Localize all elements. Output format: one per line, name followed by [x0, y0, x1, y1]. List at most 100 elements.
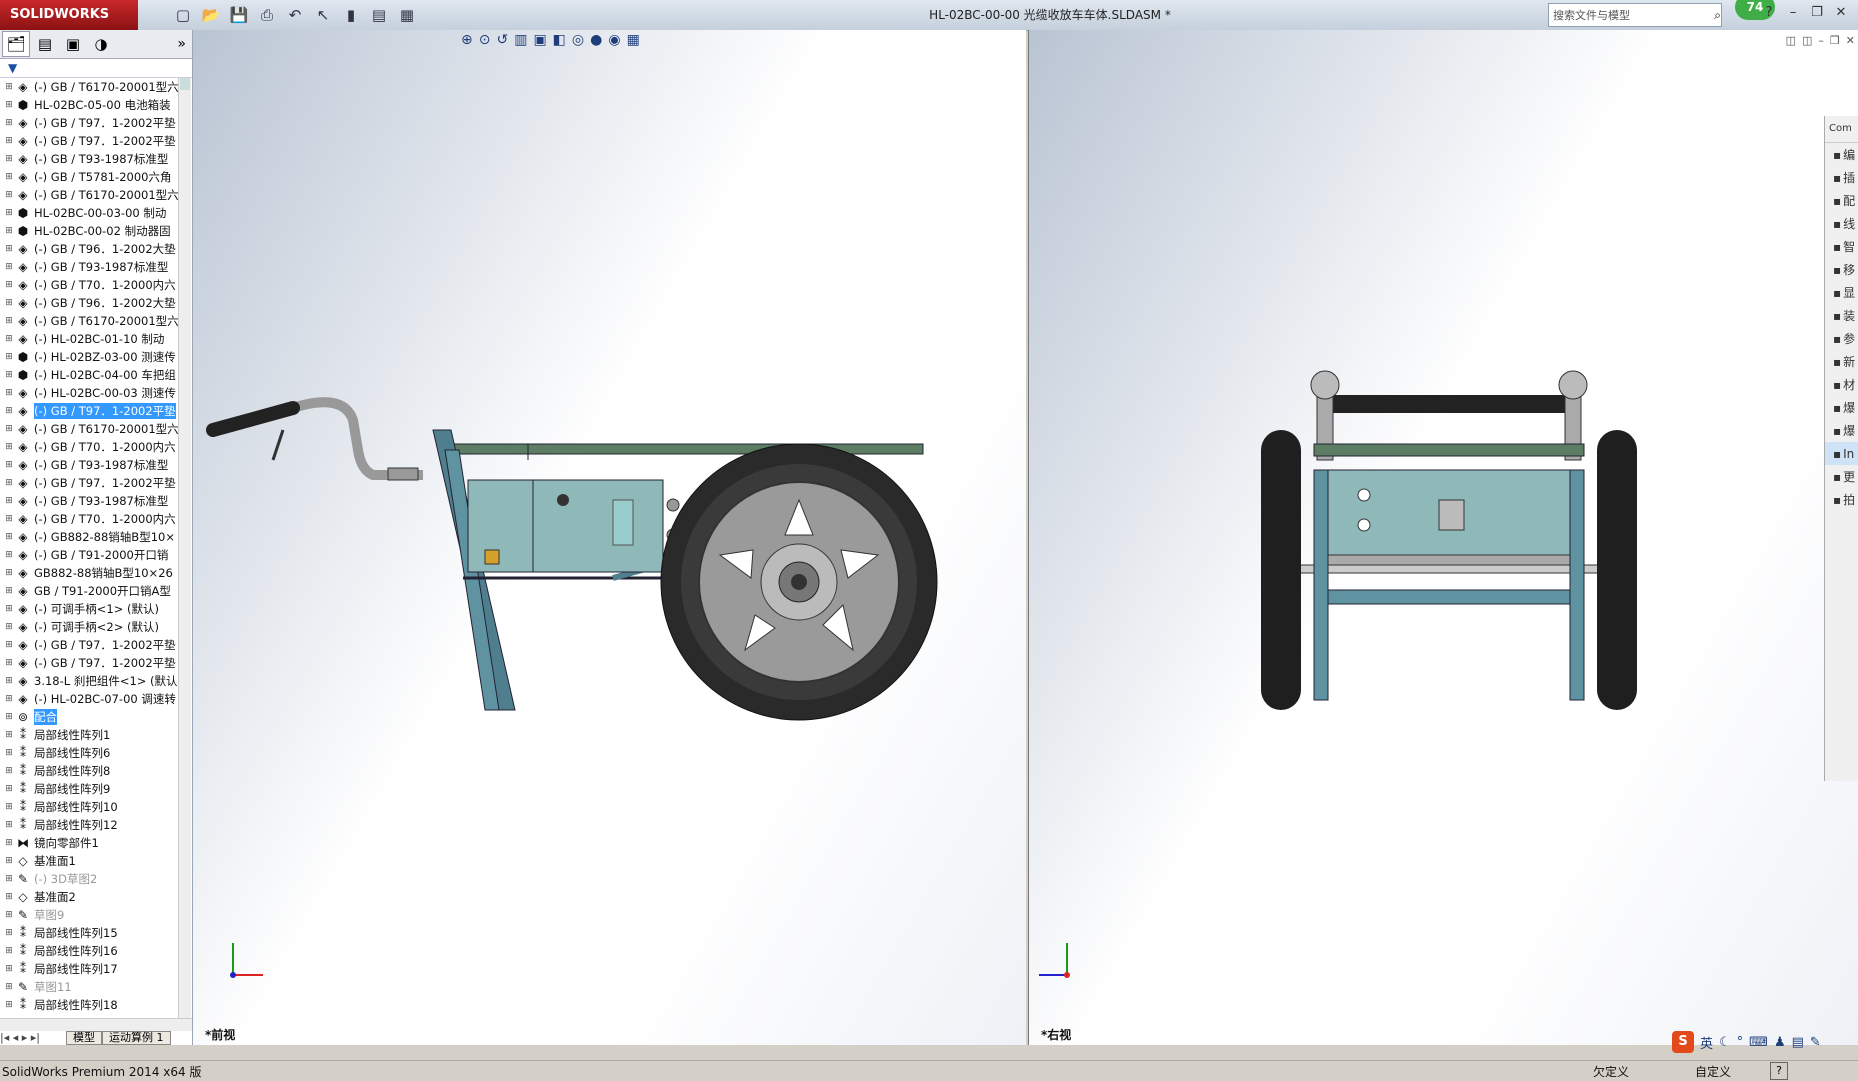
search-box[interactable]: 搜索文件与模型 ⌕ — [1548, 3, 1722, 27]
feature-tree-tab-icon[interactable]: 🗂 — [2, 31, 30, 57]
tree-item[interactable]: ⊞ ⁑ 局部线性阵列10 — [0, 798, 178, 816]
task-pane-item[interactable]: ▪ 配 — [1825, 189, 1858, 212]
scene-icon[interactable]: ◉ — [608, 32, 620, 48]
tree-item[interactable]: ⊞ ◈ (-) GB / T96．1-2002大垫 — [0, 294, 178, 312]
task-pane-item[interactable]: ▪ 新 — [1825, 350, 1858, 373]
save-icon[interactable]: 💾 — [226, 4, 252, 26]
tree-item[interactable]: ⊞ ✎ 草图11 — [0, 978, 178, 996]
task-pane-item[interactable]: ▪ 爆 — [1825, 396, 1858, 419]
horizontal-scrollbar[interactable] — [0, 1018, 192, 1031]
tree-item[interactable]: ⊞ ◈ (-) HL-02BC-07-00 调速转 — [0, 690, 178, 708]
tree-item[interactable]: ⊞ ◈ (-) GB / T6170-20001型六 — [0, 312, 178, 330]
ime-logo-icon[interactable]: S — [1672, 1031, 1694, 1053]
task-pane-item[interactable]: ▪ 装 — [1825, 304, 1858, 327]
expand-icon[interactable]: ⊞ — [4, 964, 14, 974]
tree-item[interactable]: ⊞ ✎ 草图9 — [0, 906, 178, 924]
tree-item[interactable]: ⊞ ◈ (-) GB / T97．1-2002平垫 — [0, 132, 178, 150]
ime-user-icon[interactable]: ♟ — [1774, 1035, 1786, 1050]
expand-icon[interactable]: ⊞ — [4, 370, 14, 380]
expand-icon[interactable]: ⊞ — [4, 568, 14, 578]
expand-icon[interactable]: ⊞ — [4, 622, 14, 632]
expand-icon[interactable]: ⊞ — [4, 1000, 14, 1010]
search-icon[interactable]: ⌕ — [1714, 8, 1721, 23]
expand-icon[interactable]: ⊞ — [4, 442, 14, 452]
tab-motion-study[interactable]: 运动算例 1 — [102, 1031, 171, 1045]
expand-icon[interactable]: ⊞ — [4, 190, 14, 200]
tree-item[interactable]: ⊞ ◈ GB882-88销轴B型10×26 — [0, 564, 178, 582]
tree-item[interactable]: ⊞ ⁑ 局部线性阵列17 — [0, 960, 178, 978]
tree-item[interactable]: ⊞ ◈ (-) GB / T70．1-2000内六 — [0, 438, 178, 456]
rebuild-icon[interactable]: ▮ — [338, 4, 364, 26]
tree-item[interactable]: ⊞ ⊚ 配合 — [0, 708, 178, 726]
tree-item[interactable]: ⊞ ◈ 3.18-L 刹把组件<1> (默认 — [0, 672, 178, 690]
select-icon[interactable]: ↖ — [310, 4, 336, 26]
task-pane-item[interactable]: ▪ 显 — [1825, 281, 1858, 304]
expand-icon[interactable]: ⊞ — [4, 406, 14, 416]
tree-item[interactable]: ⊞ ⁑ 局部线性阵列8 — [0, 762, 178, 780]
expand-icon[interactable]: ⊞ — [4, 676, 14, 686]
undo-icon[interactable]: ↶ — [282, 4, 308, 26]
tree-item[interactable]: ⊞ ◇ 基准面1 — [0, 852, 178, 870]
task-pane-item[interactable]: ▪ 编 — [1825, 143, 1858, 166]
tree-item[interactable]: ⊞ ◈ (-) HL-02BC-00-03 测速传 — [0, 384, 178, 402]
appearance-tab-icon[interactable]: ◑ — [88, 32, 114, 56]
tree-item[interactable]: ⊞ ◇ 基准面2 — [0, 888, 178, 906]
tree-item[interactable]: ⊞ ◈ (-) GB / T97．1-2002平垫 — [0, 654, 178, 672]
expand-icon[interactable]: ⊞ — [4, 694, 14, 704]
expand-icon[interactable]: ⊞ — [4, 892, 14, 902]
expand-icon[interactable]: ⊞ — [4, 280, 14, 290]
tree-item[interactable]: ⊞ ◈ (-) GB / T93-1987标准型 — [0, 150, 178, 168]
expand-icon[interactable]: ⊞ — [4, 100, 14, 110]
zoom-fit-icon[interactable]: ⊕ — [461, 32, 473, 48]
tree-item[interactable]: ⊞ ◈ (-) GB / T70．1-2000内六 — [0, 510, 178, 528]
tree-item[interactable]: ⊞ ⬢ HL-02BC-00-03-00 制动 — [0, 204, 178, 222]
ime-skin-icon[interactable]: ▤ — [1792, 1035, 1804, 1050]
expand-icon[interactable]: ⊞ — [4, 82, 14, 92]
expand-icon[interactable]: ⊞ — [4, 928, 14, 938]
expand-icon[interactable]: ⊞ — [4, 946, 14, 956]
task-pane-item[interactable]: ▪ 拍 — [1825, 488, 1858, 511]
ime-language[interactable]: 英 — [1700, 1033, 1713, 1052]
expand-icon[interactable]: ⊞ — [4, 514, 14, 524]
expand-icon[interactable]: ⊞ — [4, 550, 14, 560]
tree-item[interactable]: ⊞ ⁑ 局部线性阵列16 — [0, 942, 178, 960]
expand-icon[interactable]: ⊞ — [4, 838, 14, 848]
new-file-icon[interactable]: ▢ — [170, 4, 196, 26]
viewport-close-icon[interactable]: ✕ — [1846, 34, 1855, 47]
expand-icon[interactable]: ⊞ — [4, 712, 14, 722]
expand-icon[interactable]: ⊞ — [4, 604, 14, 614]
tree-item[interactable]: ⊞ ◈ (-) GB / T93-1987标准型 — [0, 258, 178, 276]
ime-keyboard-icon[interactable]: ⌨ — [1749, 1035, 1768, 1050]
tree-item[interactable]: ⊞ ◈ (-) GB / T97．1-2002平垫 — [0, 474, 178, 492]
minimize-icon[interactable]: – — [1784, 4, 1802, 22]
open-file-icon[interactable]: 📂 — [198, 4, 224, 26]
expand-icon[interactable]: ⊞ — [4, 748, 14, 758]
tree-item[interactable]: ⊞ ◈ GB / T91-2000开口销A型 — [0, 582, 178, 600]
tree-item[interactable]: ⊞ ◈ (-) GB / T6170-20001型六 — [0, 420, 178, 438]
file-properties-icon[interactable]: ▤ — [366, 4, 392, 26]
tree-item[interactable]: ⊞ ⁑ 局部线性阵列6 — [0, 744, 178, 762]
expand-icon[interactable]: ⊞ — [4, 802, 14, 812]
tree-item[interactable]: ⊞ ◈ (-) GB / T6170-20001型六 — [0, 186, 178, 204]
expand-icon[interactable]: ⊞ — [4, 154, 14, 164]
tree-item[interactable]: ⊞ ◈ (-) GB / T6170-20001型六 — [0, 78, 178, 96]
expand-icon[interactable]: ⊞ — [4, 784, 14, 794]
expand-icon[interactable]: ⊞ — [4, 424, 14, 434]
viewport-right[interactable]: ◫ ◫ – ❐ ✕ *右视 Com ▪ 编 ▪ 插 ▪ 配 ▪ 线 ▪ 智 ▪ 移 ▪ 显 ▪ 装 ▪ 参 ▪ 新 ▪ 材… — [1028, 30, 1858, 1045]
tree-scrollbar[interactable] — [178, 78, 191, 1018]
tree-item[interactable]: ⊞ ◈ (-) GB / T97．1-2002平垫 — [0, 114, 178, 132]
appearance-icon[interactable]: ● — [590, 32, 602, 48]
restore-icon[interactable]: ❐ — [1808, 4, 1826, 22]
split-view-icon[interactable]: ◫ — [1786, 34, 1796, 47]
expand-icon[interactable]: ⊞ — [4, 820, 14, 830]
expand-icon[interactable]: ⊞ — [4, 208, 14, 218]
viewport-restore-icon[interactable]: ❐ — [1830, 34, 1840, 47]
expand-icon[interactable]: ⊞ — [4, 226, 14, 236]
previous-view-icon[interactable]: ↺ — [496, 32, 508, 48]
tree-item[interactable]: ⊞ ◈ (-) GB / T91-2000开口销 — [0, 546, 178, 564]
tree-item[interactable]: ⊞ ◈ (-) GB / T97．1-2002平垫 — [0, 636, 178, 654]
tree-item[interactable]: ⊞ ⬢ (-) HL-02BZ-03-00 测速传 — [0, 348, 178, 366]
tree-item[interactable]: ⊞ ⧓ 镜向零部件1 — [0, 834, 178, 852]
expand-icon[interactable]: ⊞ — [4, 982, 14, 992]
tab-nav-arrows[interactable]: |◂ ◂ ▸ ▸| — [0, 1031, 66, 1045]
